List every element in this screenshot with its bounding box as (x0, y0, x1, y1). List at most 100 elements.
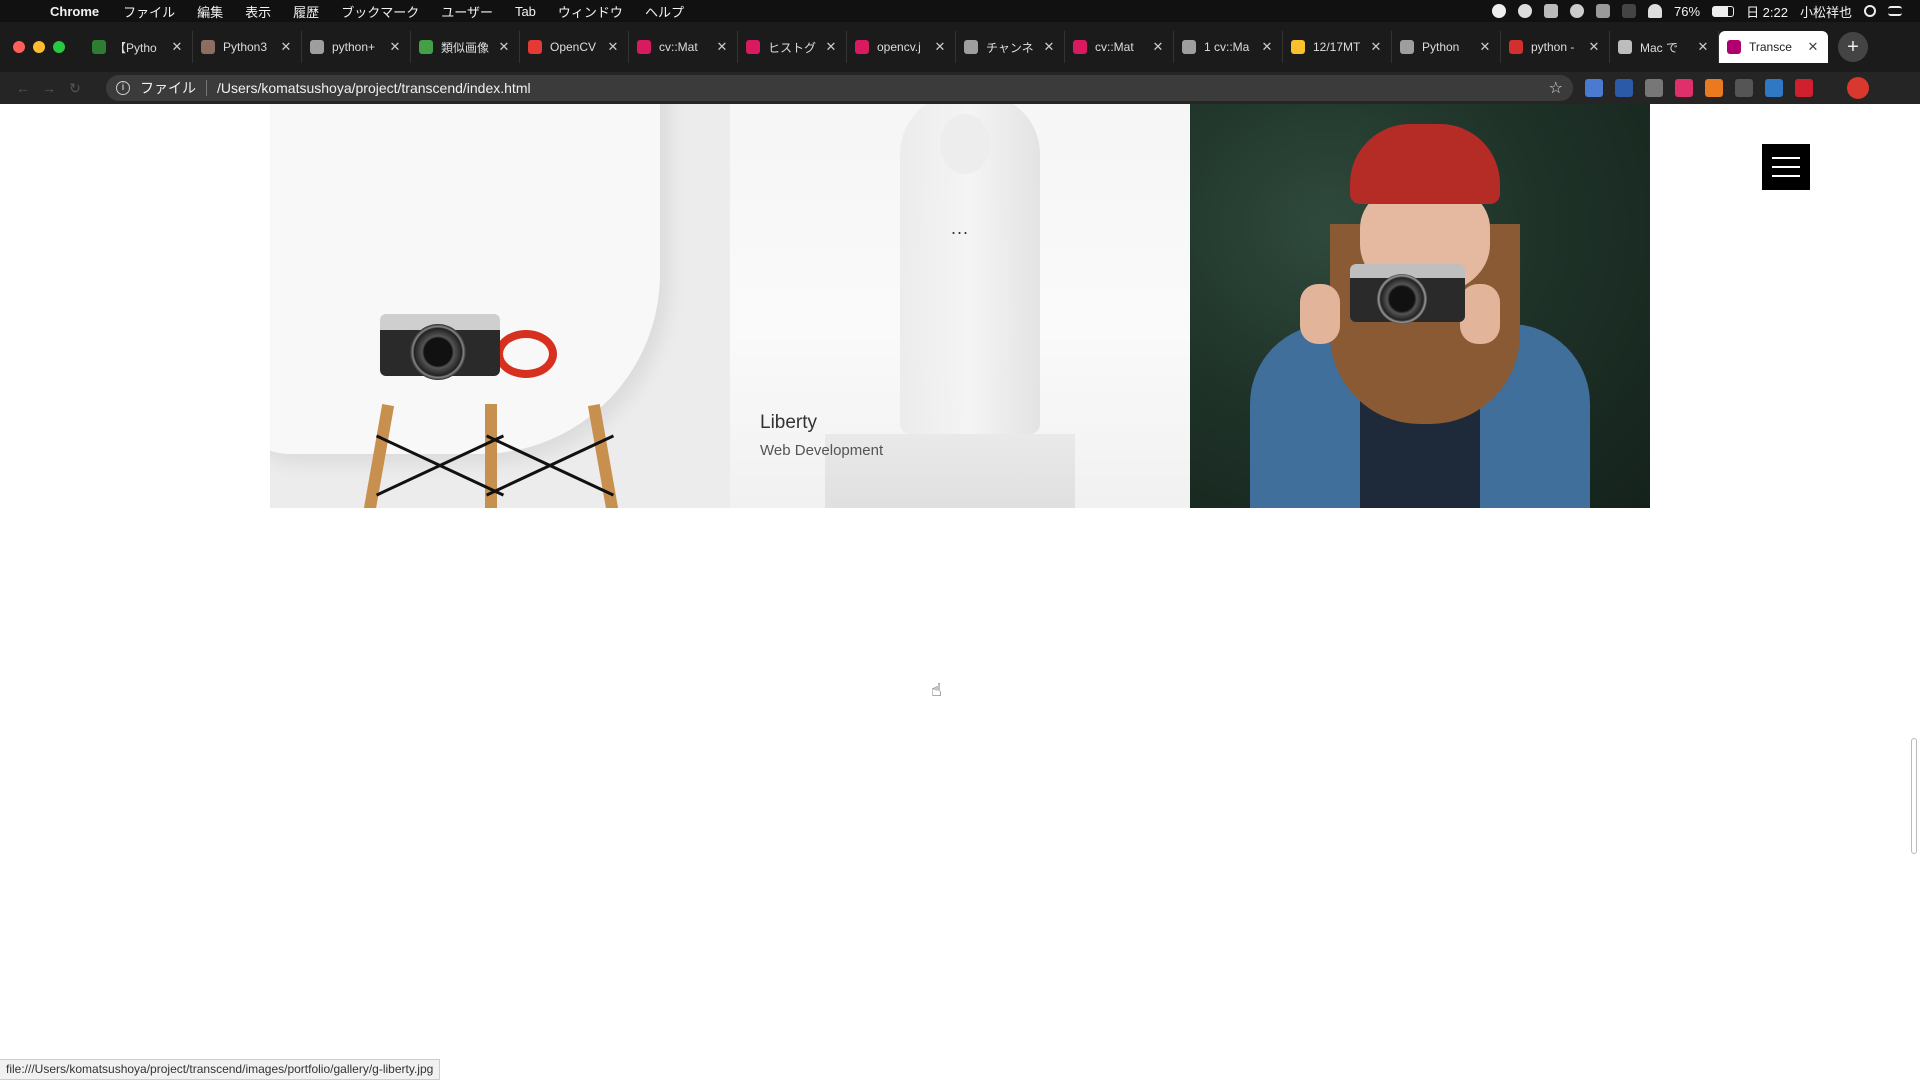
tab-close-icon[interactable]: ✕ (1260, 39, 1274, 55)
tab-close-icon[interactable]: ✕ (606, 39, 620, 55)
tab-close-icon[interactable]: ✕ (388, 39, 402, 55)
menu-tab[interactable]: Tab (515, 4, 536, 19)
camera-strap (495, 330, 557, 378)
menu-user[interactable]: ユーザー (441, 2, 493, 21)
tab-close-icon[interactable]: ✕ (824, 39, 838, 55)
browser-tab[interactable]: Python3 ✕ (193, 31, 302, 63)
tab-close-icon[interactable]: ✕ (1806, 39, 1820, 55)
browser-tab[interactable]: python - ✕ (1501, 31, 1610, 63)
page-viewport: ... Liberty Web Development ☝ (0, 104, 1920, 1080)
zoom-window-button[interactable] (53, 41, 65, 53)
gallery-item-category: Web Development (760, 442, 884, 459)
tab-close-icon[interactable]: ✕ (497, 39, 511, 55)
address-bar[interactable]: i ファイル /Users/komatsushoya/project/trans… (106, 75, 1573, 101)
browser-tab[interactable]: 12/17MT ✕ (1283, 31, 1392, 63)
tab-title: 12/17MT (1313, 40, 1361, 54)
tab-close-icon[interactable]: ✕ (279, 39, 293, 55)
hamburger-menu-button[interactable] (1762, 144, 1810, 190)
browser-tab[interactable]: Python ✕ (1392, 31, 1501, 63)
menu-edit[interactable]: 編集 (197, 2, 223, 21)
menu-clock[interactable]: 日 2:22 (1746, 2, 1788, 21)
battery-icon[interactable] (1712, 5, 1735, 17)
wifi-icon[interactable] (1648, 4, 1663, 18)
menu-help[interactable]: ヘルプ (645, 2, 684, 21)
gallery-item-photographer[interactable] (1190, 104, 1650, 508)
tab-close-icon[interactable]: ✕ (715, 39, 729, 55)
camera-lens (410, 324, 466, 380)
browser-tab[interactable]: 1 cv::Ma ✕ (1174, 31, 1283, 63)
chair-shell-shape (270, 104, 660, 454)
extension-icon[interactable] (1675, 79, 1693, 97)
browser-tab[interactable]: ヒストグ ✕ (738, 31, 847, 63)
menu-user-name[interactable]: 小松祥也 (1800, 2, 1852, 21)
extension-icon[interactable] (1645, 79, 1663, 97)
bluetooth-icon[interactable] (1622, 4, 1637, 18)
browser-tab[interactable]: Transce ✕ (1719, 31, 1828, 63)
extension-icon[interactable] (1765, 79, 1783, 97)
tab-close-icon[interactable]: ✕ (1151, 39, 1165, 55)
tab-favicon-icon (310, 40, 324, 54)
browser-tab[interactable]: opencv.j ✕ (847, 31, 956, 63)
portfolio-gallery: ... Liberty Web Development (270, 104, 1650, 508)
browser-tab[interactable]: Mac で ✕ (1610, 31, 1719, 63)
browser-tab[interactable]: cv::Mat ✕ (629, 31, 738, 63)
tab-close-icon[interactable]: ✕ (1369, 39, 1383, 55)
tab-title: 【Pytho (114, 40, 157, 55)
bookmark-star-icon[interactable]: ☆ (1549, 78, 1563, 98)
tab-favicon-icon (1618, 40, 1632, 54)
record-icon[interactable] (1492, 4, 1507, 18)
tab-title: cv::Mat (1095, 40, 1134, 54)
back-button[interactable]: ← (10, 80, 36, 96)
profile-avatar-icon[interactable] (1847, 77, 1869, 99)
site-info-icon[interactable]: i (116, 81, 130, 95)
gallery-item-camera-chair[interactable] (270, 104, 730, 508)
menu-history[interactable]: 履歴 (293, 2, 319, 21)
tab-close-icon[interactable]: ✕ (933, 39, 947, 55)
menu-file[interactable]: ファイル (123, 2, 175, 21)
browser-tab[interactable]: OpenCV ✕ (520, 31, 629, 63)
gallery-caption: Liberty Web Development (760, 412, 883, 459)
new-tab-button[interactable]: + (1838, 32, 1868, 62)
extension-icon[interactable] (1615, 79, 1633, 97)
battery-percent: 76% (1674, 3, 1701, 19)
menu-bookmarks[interactable]: ブックマーク (341, 2, 419, 21)
forward-button[interactable]: → (36, 80, 62, 96)
menu-line (1772, 157, 1800, 159)
page-scrollbar[interactable] (1911, 738, 1917, 854)
close-window-button[interactable] (13, 41, 25, 53)
reload-button[interactable]: ↻ (62, 80, 88, 97)
tab-close-icon[interactable]: ✕ (1042, 39, 1056, 55)
grammarly-icon[interactable] (1518, 4, 1533, 18)
browser-tab[interactable]: python+ ✕ (302, 31, 411, 63)
extension-icon[interactable] (1795, 79, 1813, 97)
creative-cloud-icon[interactable] (1570, 4, 1585, 18)
extension-icon[interactable] (1735, 79, 1753, 97)
tab-close-icon[interactable]: ✕ (1696, 39, 1710, 55)
notification-center-icon[interactable] (1888, 6, 1902, 16)
gallery-item-liberty[interactable]: ... Liberty Web Development (730, 104, 1190, 508)
menu-app-name[interactable]: Chrome (50, 4, 99, 19)
extension-icons (1585, 77, 1869, 99)
browser-tab[interactable]: チャンネ ✕ (956, 31, 1065, 63)
extension-icon[interactable] (1705, 79, 1723, 97)
browser-tab[interactable]: 【Pytho ✕ (84, 31, 193, 63)
tab-title: cv::Mat (659, 40, 698, 54)
evernote-icon[interactable] (1544, 4, 1559, 18)
tab-favicon-icon (964, 40, 978, 54)
menu-view[interactable]: 表示 (245, 2, 271, 21)
address-url[interactable]: /Users/komatsushoya/project/transcend/in… (217, 80, 1549, 96)
tab-close-icon[interactable]: ✕ (1478, 39, 1492, 55)
input-method-icon[interactable] (1596, 4, 1611, 18)
tab-close-icon[interactable]: ✕ (1587, 39, 1601, 55)
browser-tab[interactable]: cv::Mat ✕ (1065, 31, 1174, 63)
more-dots-icon[interactable]: ... (951, 218, 969, 239)
tab-favicon-icon (201, 40, 215, 54)
macos-menu-bar: Chrome ファイル 編集 表示 履歴 ブックマーク ユーザー Tab ウィン… (0, 0, 1920, 22)
tab-close-icon[interactable]: ✕ (170, 39, 184, 55)
menu-line (1772, 175, 1800, 177)
minimize-window-button[interactable] (33, 41, 45, 53)
menu-window[interactable]: ウィンドウ (558, 2, 623, 21)
spotlight-search-icon[interactable] (1864, 5, 1876, 17)
browser-tab[interactable]: 類似画像 ✕ (411, 31, 520, 63)
extension-icon[interactable] (1585, 79, 1603, 97)
